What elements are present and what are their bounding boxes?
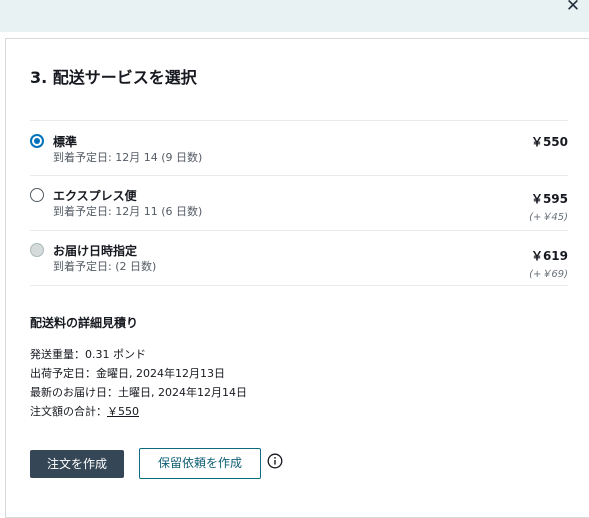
- weight-value: 0.31 ポンド: [85, 348, 146, 361]
- order-total-value[interactable]: ￥550: [107, 405, 139, 418]
- divider: [30, 285, 568, 286]
- create-order-button[interactable]: 注文を作成: [30, 450, 124, 478]
- option-price: ￥619: [530, 249, 568, 263]
- divider: [30, 230, 568, 231]
- option-price: ￥595: [530, 192, 568, 206]
- estimate-title: 配送料の詳細見積り: [30, 316, 139, 330]
- ship-date-label: 出荷予定日：: [30, 367, 96, 380]
- radio-standard[interactable]: [30, 134, 44, 148]
- option-price: ￥550: [530, 135, 568, 149]
- latest-delivery-value: 土曜日, 2024年12月14日: [118, 386, 247, 399]
- radio-scheduled: [30, 243, 44, 257]
- weight-row: 発送重量：0.31 ポンド: [30, 346, 146, 362]
- ship-date-row: 出荷予定日：金曜日, 2024年12月13日: [30, 365, 225, 381]
- weight-label: 発送重量：: [30, 348, 85, 361]
- option-delivery-date: 到着予定日: 12月 11 (6 日数): [53, 205, 203, 218]
- latest-delivery-label: 最新のお届け日：: [30, 386, 118, 399]
- ship-date-value: 金曜日, 2024年12月13日: [96, 367, 225, 380]
- option-price-difference: (+￥69): [529, 269, 568, 280]
- option-name: お届け日時指定: [53, 244, 138, 258]
- create-hold-button[interactable]: 保留依頼を作成: [139, 448, 261, 479]
- option-delivery-date: 到着予定日: (2 日数): [53, 260, 157, 273]
- latest-delivery-row: 最新のお届け日：土曜日, 2024年12月14日: [30, 384, 247, 400]
- option-name: 標準: [53, 135, 78, 149]
- section-title: 3. 配送サービスを選択: [30, 68, 197, 87]
- option-delivery-date: 到着予定日: 12月 14 (9 日数): [53, 151, 203, 164]
- radio-express[interactable]: [30, 188, 44, 202]
- divider: [30, 120, 568, 121]
- divider: [30, 175, 568, 176]
- info-icon[interactable]: [267, 453, 283, 469]
- shipping-panel: [5, 38, 589, 518]
- option-name: エクスプレス便: [53, 189, 137, 203]
- top-bar: [0, 0, 589, 32]
- order-total-row: 注文額の合計：￥550: [30, 403, 139, 419]
- option-price-difference: (+￥45): [529, 212, 568, 223]
- close-icon[interactable]: ✕: [563, 0, 583, 16]
- order-total-label: 注文額の合計：: [30, 405, 107, 418]
